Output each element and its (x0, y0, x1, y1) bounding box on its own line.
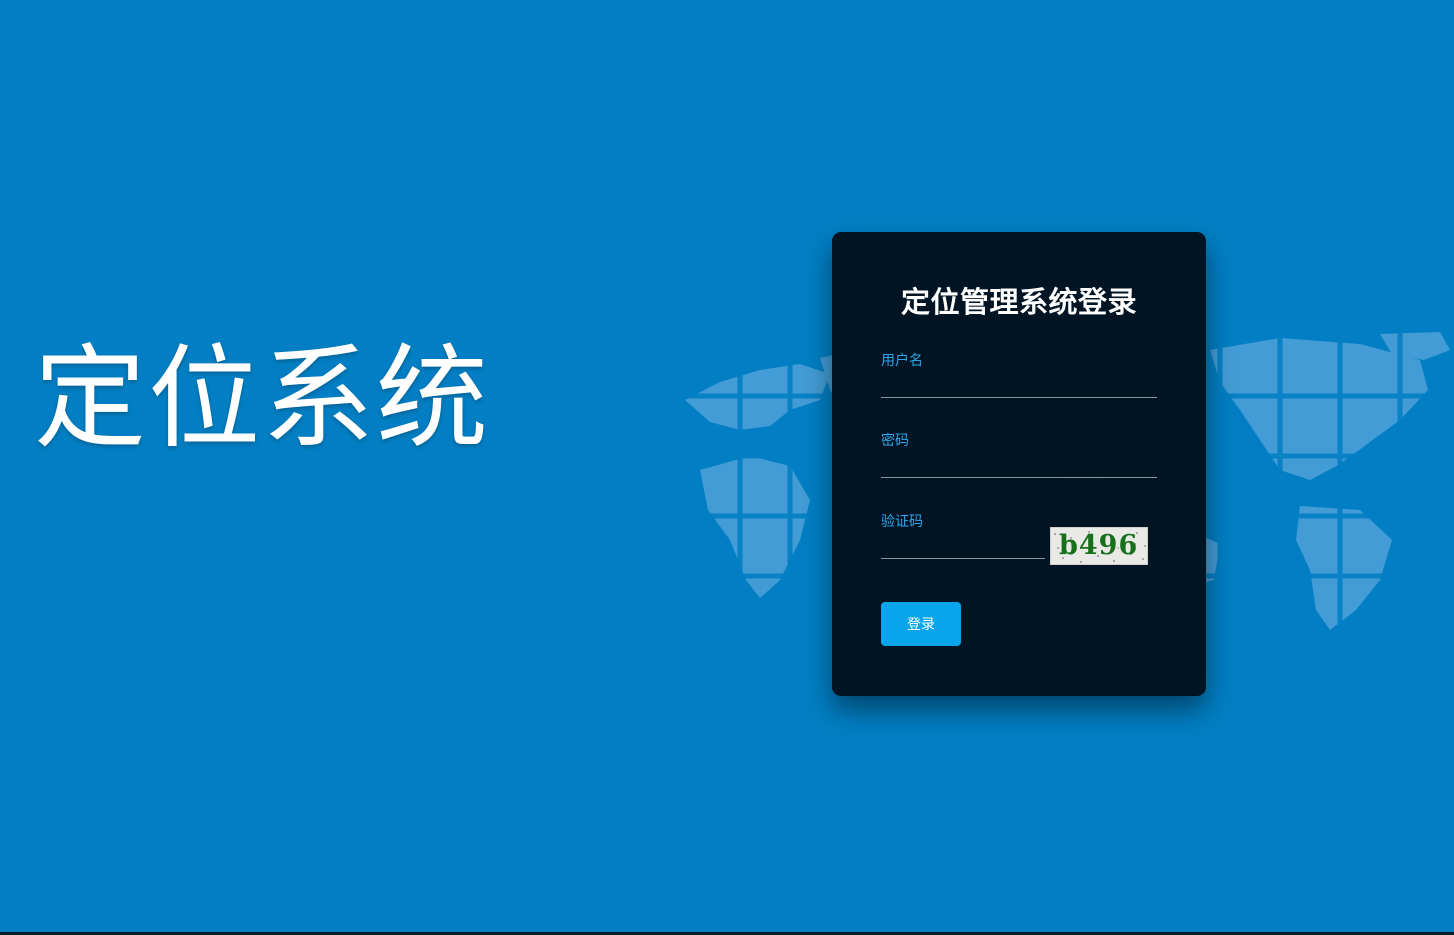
captcha-label: 验证码 (881, 514, 923, 530)
password-field: 密码 (881, 432, 1157, 478)
password-label: 密码 (881, 433, 909, 449)
login-title: 定位管理系统登录 (900, 285, 1137, 319)
username-field: 用户名 (881, 352, 1157, 398)
username-input[interactable] (881, 376, 1157, 398)
captcha-input[interactable] (881, 537, 1045, 559)
captcha-image[interactable]: b496 (1050, 527, 1148, 565)
hero-title: 定位系统 (34, 334, 490, 464)
login-button[interactable]: 登录 (881, 602, 961, 646)
password-input[interactable] (881, 456, 1157, 478)
login-card: 定位管理系统登录 用户名 密码 验证码 b496 登录 (832, 232, 1206, 696)
username-label: 用户名 (881, 353, 923, 369)
captcha-field: 验证码 (881, 513, 1045, 559)
captcha-code: b496 (1059, 530, 1139, 561)
